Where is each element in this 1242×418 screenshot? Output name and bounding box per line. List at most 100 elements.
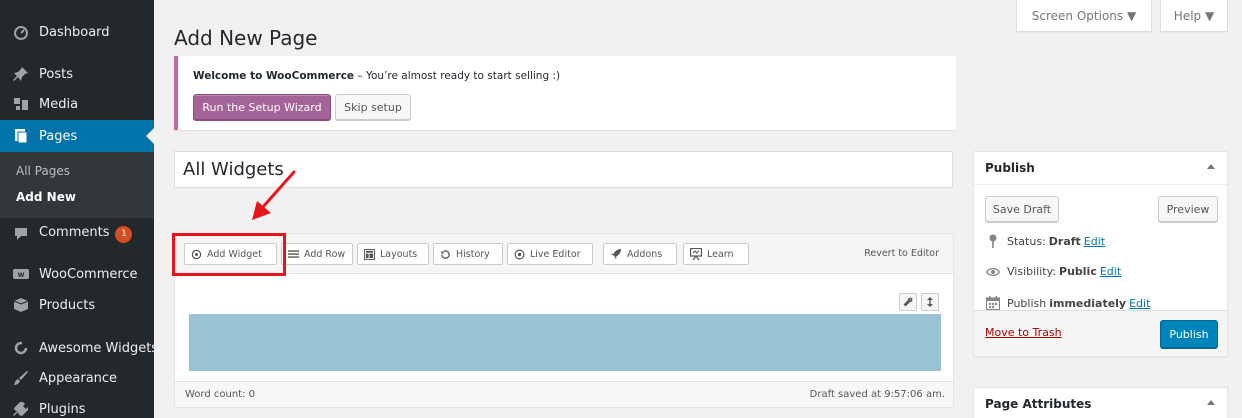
rocket-icon	[610, 248, 622, 260]
gear-icon	[191, 249, 202, 260]
page-title: Add New Page	[174, 26, 318, 50]
save-draft-button[interactable]: Save Draft	[985, 196, 1059, 222]
edit-visibility-link[interactable]: Edit	[1100, 265, 1121, 278]
awesome-widgets-icon	[13, 340, 29, 356]
post-status-row: Status: Draft Edit	[985, 234, 1105, 248]
admin-sidebar: Dashboard Posts Media Pages All Pages Ad…	[0, 0, 158, 418]
svg-text:W: W	[18, 272, 25, 279]
edit-status-link[interactable]: Edit	[1084, 235, 1105, 248]
sidebar-item-label-wrap: Comments 1	[39, 225, 133, 243]
page-attributes-title: Page Attributes	[985, 397, 1092, 411]
notice-message: Welcome to WooCommerce – You’re almost r…	[193, 70, 560, 82]
woocommerce-icon: W	[13, 266, 29, 282]
sidebar-item-label: Plugins	[39, 401, 86, 417]
wrench-icon[interactable]	[899, 293, 917, 311]
publish-label: Publish	[1007, 296, 1047, 310]
sidebar-item-appearance[interactable]: Appearance	[0, 362, 154, 394]
comments-count-badge: 1	[115, 226, 133, 243]
sidebar-item-label: Posts	[39, 66, 73, 82]
history-icon	[440, 249, 451, 260]
sidebar-item-woocommerce[interactable]: W WooCommerce	[0, 258, 154, 290]
sidebar-item-label: Appearance	[39, 370, 118, 386]
page-builder: Add Widget Add Row Layouts History Live …	[174, 233, 954, 408]
help-tab[interactable]: Help ▼	[1160, 0, 1228, 32]
add-row-label: Add Row	[304, 248, 346, 260]
publish-box-header[interactable]: Publish	[974, 152, 1227, 185]
notice-body-text: – You’re almost ready to start selling :…	[354, 70, 561, 82]
history-button[interactable]: History	[433, 243, 503, 265]
sidebar-item-posts[interactable]: Posts	[0, 58, 154, 90]
plugins-icon	[13, 401, 29, 417]
status-value: Draft	[1048, 234, 1081, 248]
builder-toolbar: Add Widget Add Row Layouts History Live …	[175, 234, 953, 274]
sidebar-item-label: Comments	[39, 225, 110, 240]
pages-submenu: All Pages Add New	[0, 152, 154, 218]
draft-saved-status: Draft saved at 9:57:06 am.	[809, 389, 945, 400]
woocommerce-notice: Welcome to WooCommerce – You’re almost r…	[174, 56, 956, 130]
publish-actions: Move to Trash Publish	[974, 310, 1227, 356]
builder-row[interactable]	[189, 314, 941, 371]
publish-date-row: Publish immediately Edit	[985, 296, 1150, 310]
sidebar-item-label: WooCommerce	[39, 266, 138, 282]
eye-icon	[985, 267, 1001, 277]
add-widget-label: Add Widget	[207, 248, 262, 260]
status-label: Status:	[1007, 234, 1046, 248]
calendar-icon	[985, 296, 1001, 310]
move-to-trash-link[interactable]: Move to Trash	[985, 326, 1062, 339]
add-widget-button[interactable]: Add Widget	[184, 243, 277, 265]
sidebar-item-dashboard[interactable]: Dashboard	[0, 16, 154, 48]
live-editor-button[interactable]: Live Editor	[507, 243, 593, 265]
pin-icon	[13, 66, 29, 82]
edit-publish-date-link[interactable]: Edit	[1129, 297, 1150, 310]
media-icon	[13, 96, 29, 112]
comments-icon	[13, 226, 29, 242]
sidebar-item-awesome-widgets[interactable]: Awesome Widgets	[0, 332, 158, 364]
history-label: History	[456, 248, 490, 260]
pin-icon	[985, 234, 1001, 248]
move-handle-icon[interactable]	[921, 293, 939, 311]
visibility-row: Visibility: Public Edit	[985, 265, 1121, 278]
page-attributes-header[interactable]: Page Attributes	[974, 388, 1227, 418]
sidebar-item-label: Media	[39, 96, 79, 112]
visibility-value: Public	[1059, 265, 1097, 278]
sidebar-item-comments[interactable]: Comments 1	[0, 218, 154, 250]
skip-setup-button[interactable]: Skip setup	[335, 94, 411, 120]
pages-icon	[13, 128, 29, 144]
publish-box-title: Publish	[985, 161, 1035, 175]
sidebar-item-plugins[interactable]: Plugins	[0, 393, 154, 418]
collapse-arrow-icon[interactable]	[1207, 400, 1215, 405]
rows-icon	[288, 249, 299, 259]
submenu-item-all-pages[interactable]: All Pages	[16, 164, 70, 178]
layouts-button[interactable]: Layouts	[357, 243, 429, 265]
collapse-arrow-icon[interactable]	[1207, 164, 1215, 169]
revert-to-editor-link[interactable]: Revert to Editor	[864, 248, 939, 259]
screen-options-tab[interactable]: Screen Options ▼	[1016, 0, 1152, 32]
sidebar-item-pages[interactable]: Pages	[0, 120, 154, 152]
notice-bold-text: Welcome to WooCommerce	[193, 70, 355, 82]
page-title-input[interactable]	[174, 151, 953, 188]
addons-label: Addons	[627, 248, 663, 260]
publish-box: Publish Save Draft Preview Status: Draft E…	[973, 151, 1228, 357]
sidebar-item-label: Pages	[39, 128, 78, 144]
presentation-icon	[690, 248, 702, 260]
page-attributes-box: Page Attributes	[973, 387, 1228, 418]
sidebar-item-products[interactable]: Products	[0, 289, 154, 321]
live-editor-label: Live Editor	[530, 248, 581, 260]
eye-icon	[514, 249, 525, 260]
word-count: Word count: 0	[185, 389, 256, 400]
builder-status-bar: Word count: 0 Draft saved at 9:57:06 am.	[175, 381, 953, 407]
appearance-icon	[13, 370, 29, 386]
add-row-button[interactable]: Add Row	[281, 243, 353, 265]
submenu-item-add-new[interactable]: Add New	[16, 190, 76, 204]
sidebar-item-label: Awesome Widgets	[39, 340, 159, 356]
addons-button[interactable]: Addons	[603, 243, 677, 265]
visibility-label: Visibility:	[1007, 265, 1057, 278]
preview-button[interactable]: Preview	[1158, 196, 1218, 222]
sidebar-item-media[interactable]: Media	[0, 88, 154, 120]
publish-button[interactable]: Publish	[1160, 320, 1218, 348]
learn-button[interactable]: Learn	[683, 243, 749, 265]
sidebar-item-label: Dashboard	[39, 24, 110, 40]
learn-label: Learn	[707, 248, 734, 260]
run-setup-wizard-button[interactable]: Run the Setup Wizard	[193, 94, 331, 120]
dashboard-icon	[13, 24, 29, 40]
